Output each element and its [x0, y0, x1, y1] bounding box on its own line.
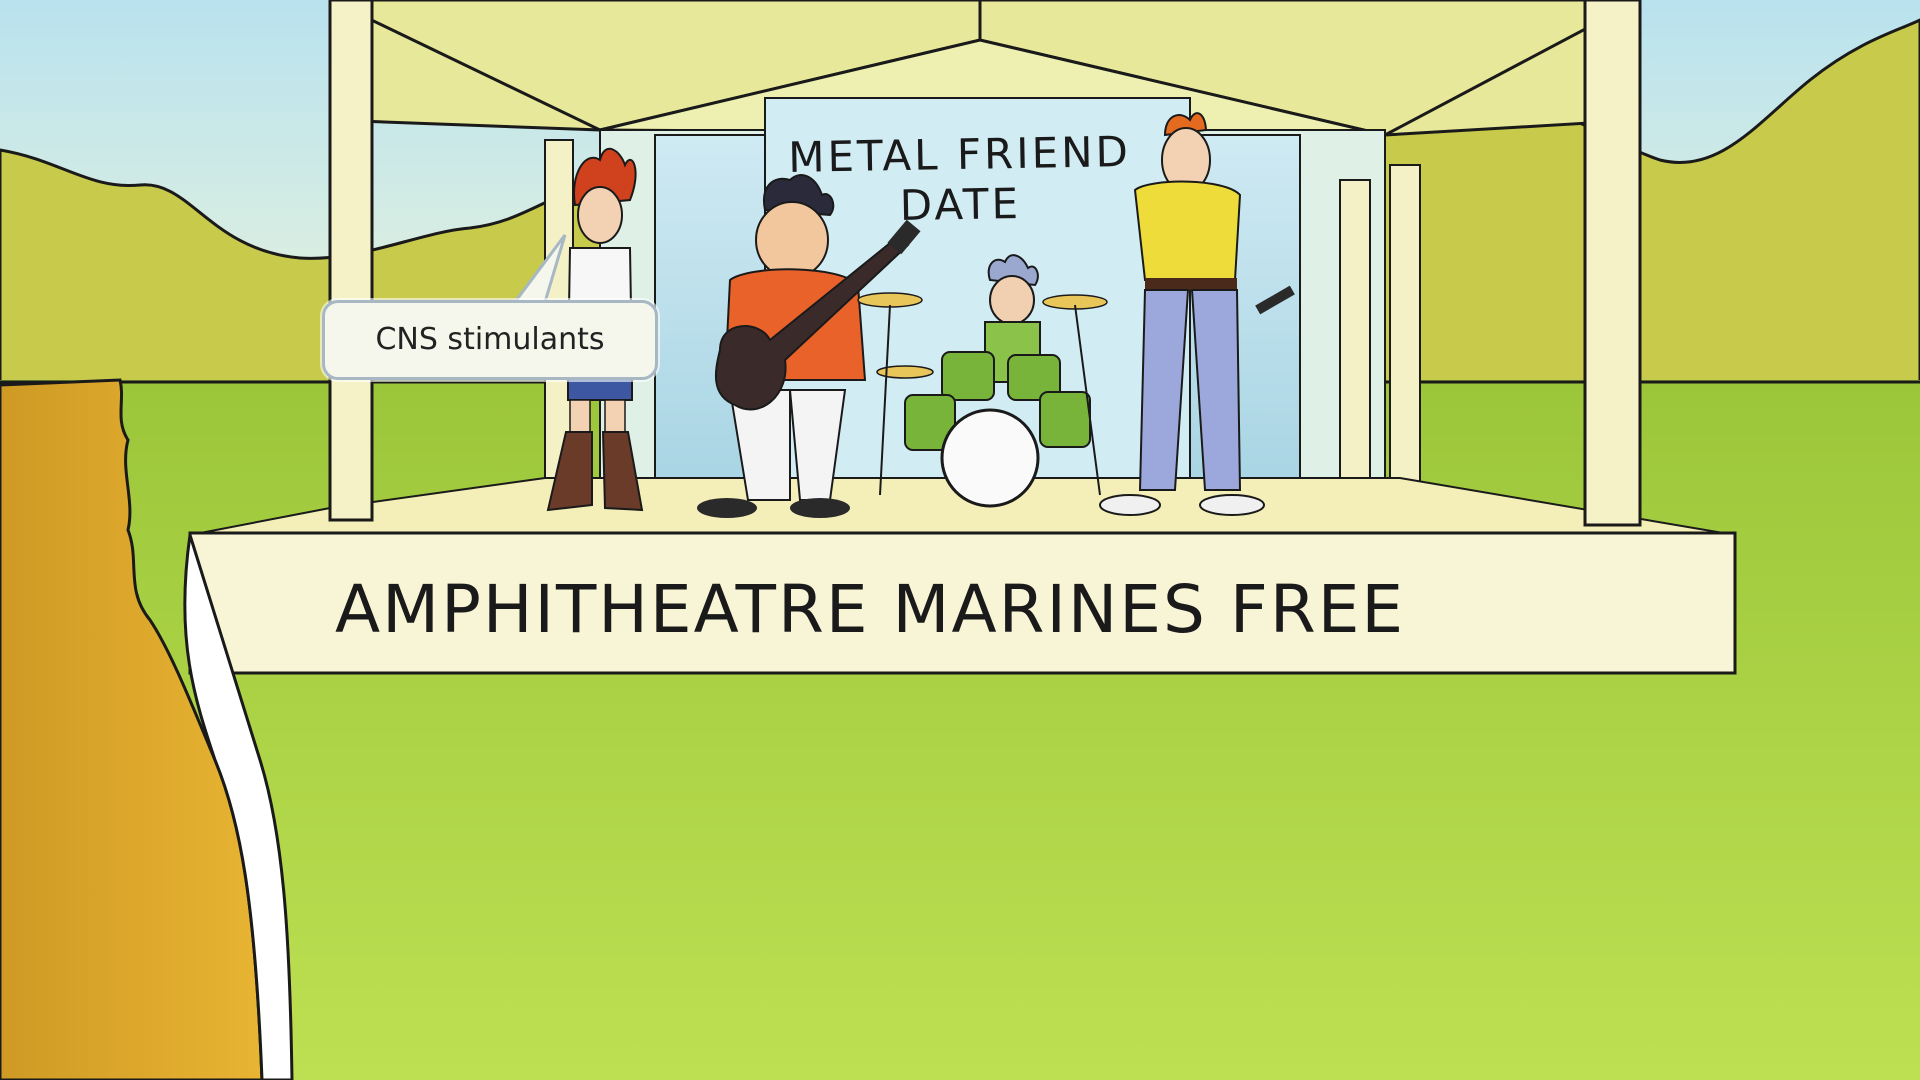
backdrop-sign-line2: DATE — [899, 178, 1022, 231]
speech-bubble: CNS stimulants — [322, 300, 658, 380]
backdrop-sign-line1: METAL FRIEND — [787, 127, 1132, 182]
speech-bubble-text: CNS stimulants — [375, 322, 605, 357]
cartoon-concert-scene: METAL FRIEND DATE AMPHITHEATRE MARINES F… — [0, 0, 1920, 1080]
stage-banner-text: AMPHITHEATRE MARINES FREE — [335, 571, 1406, 648]
stage-post-left — [328, 0, 374, 522]
backdrop-sign: METAL FRIEND DATE — [759, 127, 1161, 234]
stage-post-right — [1583, 0, 1642, 527]
